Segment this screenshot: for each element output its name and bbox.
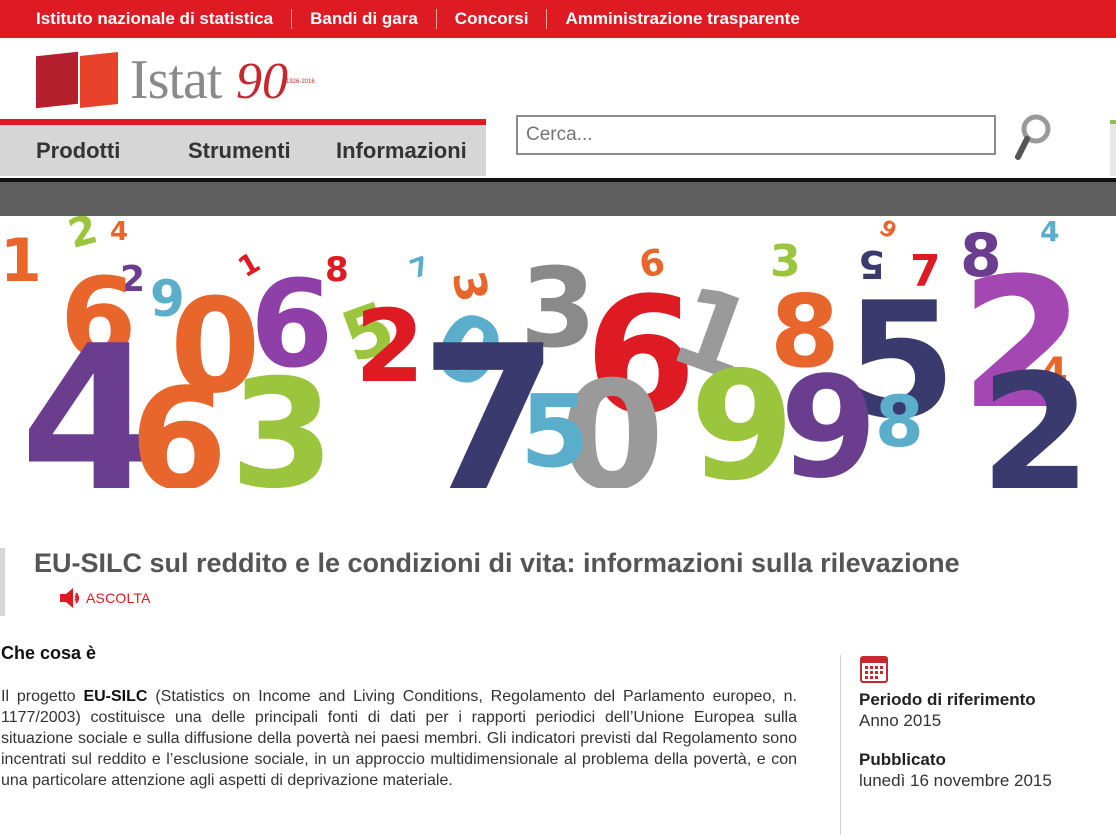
- published-label: Pubblicato: [859, 750, 946, 769]
- speaker-icon: [60, 588, 79, 608]
- calendar-icon: [860, 656, 888, 683]
- listen-button[interactable]: ASCOLTA: [58, 586, 151, 610]
- topbar-link-bandi[interactable]: Bandi di gara: [292, 9, 436, 29]
- topbar-link-amministrazione[interactable]: Amministrazione trasparente: [547, 9, 817, 29]
- section-heading: Che cosa è: [1, 643, 97, 663]
- banner-digit: 7: [406, 251, 433, 285]
- banner-digit: 2: [980, 339, 1091, 488]
- logo-mark-right: [80, 52, 118, 108]
- banner-digit: 4: [110, 217, 128, 247]
- period-value: Anno 2015: [859, 711, 942, 730]
- body-prefix: Il progetto: [1, 688, 84, 705]
- banner-digit: 3: [230, 348, 334, 488]
- nav-item-prodotti[interactable]: Prodotti: [36, 138, 120, 164]
- nav-item-strumenti[interactable]: Strumenti: [188, 138, 291, 164]
- logo-anniversary: 90: [236, 53, 288, 110]
- banner-digit: 1: [0, 226, 42, 296]
- nav-item-informazioni[interactable]: Informazioni: [336, 138, 467, 164]
- banner-digit: 9: [875, 216, 901, 245]
- banner-digit: 8: [325, 250, 349, 290]
- banner-digit: 6: [130, 359, 227, 488]
- search-icon[interactable]: [1012, 113, 1056, 165]
- top-utility-bar: Istituto nazionale di statistica Bandi d…: [0, 0, 1116, 38]
- listen-label: ASCOLTA: [86, 590, 151, 606]
- numbers-banner: 1 2 4 2 6 9 0 6 1 8 7 3 5 2 0 3 6 1 8 3 …: [0, 216, 1116, 488]
- body-bold-term: EU-SILC: [83, 688, 148, 705]
- right-edge: [1110, 124, 1116, 176]
- search-input[interactable]: [516, 115, 996, 155]
- logo-wordmark: Istat: [130, 49, 222, 111]
- sidebar-divider: [840, 655, 841, 835]
- logo-mark-left: [36, 51, 78, 109]
- topbar-link-concorsi[interactable]: Concorsi: [437, 9, 547, 29]
- page-title: EU-SILC sul reddito e le condizioni di v…: [34, 548, 960, 578]
- banner-digit: 8: [875, 381, 924, 463]
- numbers-banner-image: 1 2 4 2 6 9 0 6 1 8 7 3 5 2 0 3 6 1 8 3 …: [0, 216, 1091, 488]
- banner-digit: 3: [770, 236, 801, 287]
- banner-digit: 9: [780, 347, 877, 488]
- topbar-link-istituto[interactable]: Istituto nazionale di statistica: [18, 9, 291, 29]
- main-nav: Prodotti Strumenti Informazioni: [0, 125, 486, 176]
- istat-logo[interactable]: Istat 90 1926-2016: [36, 48, 336, 112]
- title-rule: [0, 548, 5, 616]
- period-label: Periodo di riferimento: [859, 690, 1036, 709]
- secondary-bar: [0, 182, 1116, 216]
- banner-digit: 9: [690, 340, 794, 488]
- logo-anniversary-years: 1926-2016: [286, 79, 315, 85]
- banner-digit: 2: [355, 288, 425, 405]
- description-paragraph: Il progetto EU-SILC (Statistics on Incom…: [1, 686, 797, 791]
- published-value: lunedì 16 novembre 2015: [859, 771, 1052, 790]
- banner-digit: 7: [420, 303, 559, 488]
- banner-digit: 2: [64, 216, 103, 258]
